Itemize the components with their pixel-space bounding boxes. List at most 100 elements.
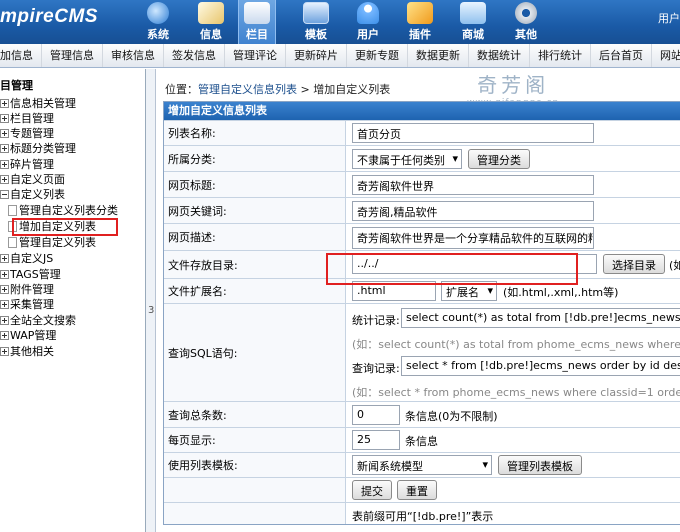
count-sql-input[interactable]: select count(*) as total from [!db.pre!]… (401, 308, 680, 328)
page-title-input[interactable]: 奇芳阁软件世界 (352, 175, 594, 195)
total-suffix: 条信息(0为不限制) (405, 410, 498, 423)
reset-button[interactable]: 重置 (397, 480, 437, 500)
expand-icon[interactable] (0, 143, 9, 153)
description-label: 网页描述: (164, 224, 346, 250)
sql-label: 查询SQL语句: (164, 304, 346, 401)
menu-data-stats[interactable]: 数据统计 (468, 44, 529, 67)
tree-custom-list[interactable]: 自定义列表 (0, 186, 65, 202)
menu-sign-info[interactable]: 签发信息 (163, 44, 224, 67)
tree-manage-list-category[interactable]: 管理自定义列表分类 (8, 202, 118, 218)
panel-splitter[interactable]: 3 (146, 69, 156, 532)
expand-icon[interactable] (0, 284, 9, 294)
menu-data-update[interactable]: 数据更新 (407, 44, 468, 67)
row-directory: 文件存放目录: ../../ 选择目录 (如 (164, 250, 680, 278)
row-total: 查询总条数: 0 条信息(0为不限制) (164, 401, 680, 427)
total-input[interactable]: 0 (352, 405, 400, 425)
tree-title-category[interactable]: 标题分类管理 (0, 140, 76, 156)
expand-icon[interactable] (0, 159, 9, 169)
select-directory-button[interactable]: 选择目录 (603, 254, 665, 274)
extension-input[interactable]: .html (352, 281, 436, 301)
breadcrumb: 位置：管理自定义信息列表 > 增加自定义列表 (165, 81, 390, 97)
expand-icon[interactable] (0, 98, 9, 108)
tree-other-related[interactable]: 其他相关 (0, 343, 54, 359)
nav-info-label: 信息 (200, 28, 222, 41)
splitter-mark: 3 (148, 305, 155, 316)
description-textarea[interactable]: 奇芳阁软件世界是一个分享精品软件的互联网的精 (352, 227, 594, 249)
template-select[interactable]: 新闻系统模型 (352, 455, 492, 475)
tools-icon (407, 2, 433, 24)
tree-attachment-manage[interactable]: 附件管理 (0, 281, 54, 297)
tree-fulltext-search[interactable]: 全站全文搜索 (0, 312, 76, 328)
per-page-input[interactable]: 25 (352, 430, 400, 450)
count-sql-hint: (如：select count(*) as total from phome_e… (352, 338, 680, 351)
directory-extra-hint: (如 (669, 259, 680, 272)
extension-hint: (如.html,.xml,.htm等) (503, 286, 619, 299)
tree-custom-js[interactable]: 自定义JS (0, 250, 53, 266)
total-label: 查询总条数: (164, 402, 346, 427)
menu-admin-home[interactable]: 后台首页 (590, 44, 651, 67)
footer-note: 表前缀可用“[!db.pre!]”表示 (352, 510, 494, 523)
expand-icon[interactable] (0, 346, 9, 356)
menu-add-info[interactable]: 加信息 (0, 44, 41, 67)
tree-manage-custom-list[interactable]: 管理自定义列表 (8, 234, 96, 250)
nav-shop[interactable]: 商城 (451, 0, 495, 44)
submit-button[interactable]: 提交 (352, 480, 392, 500)
expand-icon[interactable] (0, 315, 9, 325)
user-icon (357, 2, 379, 24)
globe-icon (147, 2, 169, 24)
expand-icon[interactable] (0, 113, 9, 123)
query-sql-input[interactable]: select * from [!db.pre!]ecms_news order … (401, 356, 680, 376)
tree-topic-manage[interactable]: 专题管理 (0, 125, 54, 141)
collapse-icon[interactable] (0, 189, 9, 199)
tree-root-column-management[interactable]: 目管理 (0, 77, 33, 93)
nav-user[interactable]: 用户 (346, 0, 390, 44)
nav-plugin-label: 插件 (409, 28, 431, 41)
expand-icon[interactable] (0, 253, 9, 263)
nav-plugin[interactable]: 插件 (398, 0, 442, 44)
gear-icon (515, 2, 537, 24)
breadcrumb-link[interactable]: 管理自定义信息列表 (198, 83, 297, 96)
main-content: 位置：管理自定义信息列表 > 增加自定义列表 奇芳阁 www.qifangge.… (157, 69, 680, 532)
tree-custom-page[interactable]: 自定义页面 (0, 171, 65, 187)
expand-icon[interactable] (0, 128, 9, 138)
watermark-title: 奇芳阁 (477, 73, 550, 97)
menu-review-info[interactable]: 审核信息 (102, 44, 163, 67)
row-list-name: 列表名称: 首页分页 (164, 120, 680, 145)
menu-manage-info[interactable]: 管理信息 (41, 44, 102, 67)
menu-update-topics[interactable]: 更新专题 (346, 44, 407, 67)
category-select[interactable]: 不隶属于任何类别 (352, 149, 462, 169)
tree-tags-manage[interactable]: TAGS管理 (0, 266, 61, 282)
breadcrumb-separator: > (297, 83, 314, 96)
tree-info-related[interactable]: 信息相关管理 (0, 95, 76, 111)
per-page-label: 每页显示: (164, 428, 346, 452)
manage-template-button[interactable]: 管理列表模板 (498, 455, 582, 475)
menu-ranking-stats[interactable]: 排行统计 (529, 44, 590, 67)
menu-manage-comments[interactable]: 管理评论 (224, 44, 285, 67)
expand-icon[interactable] (0, 269, 9, 279)
actions-label-cell (164, 478, 346, 502)
nav-system[interactable]: 系统 (136, 0, 180, 44)
query-record-label: 查询记录: (352, 362, 400, 375)
row-per-page: 每页显示: 25 条信息 (164, 427, 680, 452)
nav-column[interactable]: 栏目 (238, 0, 276, 44)
count-record-label: 统计记录: (352, 314, 400, 327)
tree-fragment-manage[interactable]: 碎片管理 (0, 156, 54, 172)
tree-wap-manage[interactable]: WAP管理 (0, 327, 56, 343)
nav-template[interactable]: 模板 (294, 0, 338, 44)
nav-other[interactable]: 其他 (504, 0, 548, 44)
nav-info[interactable]: 信息 (189, 0, 233, 44)
tree-collect-manage[interactable]: 采集管理 (0, 296, 54, 312)
menu-site-home[interactable]: 网站首页 (651, 44, 680, 67)
tree-column-manage[interactable]: 栏目管理 (0, 110, 54, 126)
keywords-input[interactable]: 奇芳阁,精品软件 (352, 201, 594, 221)
extension-select[interactable]: 扩展名 (441, 281, 497, 301)
expand-icon[interactable] (0, 299, 9, 309)
menu-update-fragments[interactable]: 更新碎片 (285, 44, 346, 67)
expand-icon[interactable] (0, 174, 9, 184)
manage-category-button[interactable]: 管理分类 (468, 149, 530, 169)
expand-icon[interactable] (0, 330, 9, 340)
row-footer-note: 表前缀可用“[!db.pre!]”表示 (164, 502, 680, 524)
directory-input[interactable]: ../../ (352, 254, 597, 274)
footer-label-cell (164, 503, 346, 524)
list-name-input[interactable]: 首页分页 (352, 123, 594, 143)
